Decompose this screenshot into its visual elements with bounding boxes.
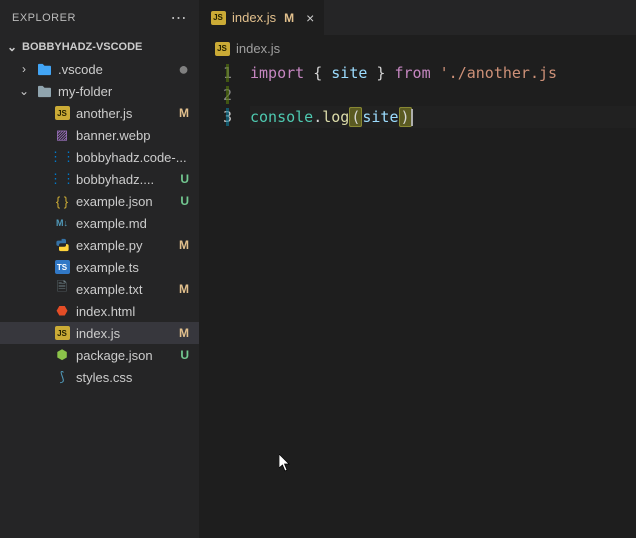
file-label: example.txt — [76, 282, 191, 297]
git-status-badge: M — [179, 282, 189, 296]
css-icon: ⟆ — [54, 369, 70, 385]
code-lines[interactable]: import { site } from './another.js consol… — [250, 62, 636, 128]
line-gutter: 123 — [200, 62, 250, 128]
git-status-badge: U — [180, 348, 189, 362]
line-number: 1 — [200, 62, 232, 84]
file-label: bobbyhadz.code-... — [76, 150, 191, 165]
file-item[interactable]: ⬣ index.html — [0, 300, 199, 322]
vscode-ext-icon: ⋮⋮ — [54, 149, 70, 165]
file-label: banner.webp — [76, 128, 191, 143]
file-tree: ›.vscode●⌄my-folderJSanother.jsM▨banner.… — [0, 58, 199, 538]
json-icon: { } — [54, 194, 70, 209]
file-item[interactable]: ⋮⋮ bobbyhadz....U — [0, 168, 199, 190]
editor-area: JS index.js M × JS index.js 123 import {… — [200, 0, 636, 538]
file-label: .vscode — [58, 62, 191, 77]
breadcrumb[interactable]: JS index.js — [200, 35, 636, 62]
vscode-ext-icon: ⋮⋮ — [54, 171, 70, 187]
file-label: my-folder — [58, 84, 191, 99]
file-item[interactable]: ▨ banner.webp — [0, 124, 199, 146]
file-label: package.json — [76, 348, 191, 363]
folder-item[interactable]: ›.vscode● — [0, 58, 199, 80]
file-item[interactable]: JS another.jsM — [0, 102, 199, 124]
html-icon: ⬣ — [54, 303, 70, 319]
file-item[interactable]: M↓ example.md — [0, 212, 199, 234]
file-label: index.html — [76, 304, 191, 319]
explorer-sidebar: EXPLORER ⋯ ⌄ BOBBYHADZ-VSCODE ›.vscode●⌄… — [0, 0, 200, 538]
file-label: styles.css — [76, 370, 191, 385]
file-item[interactable]: { } example.jsonU — [0, 190, 199, 212]
txt-icon: 🗎 — [54, 278, 70, 300]
js-icon: JS — [214, 42, 230, 56]
file-item[interactable]: ⬢ package.jsonU — [0, 344, 199, 366]
tab-label: index.js — [232, 10, 276, 25]
line-number: 2 — [200, 84, 232, 106]
file-item[interactable]: JS index.jsM — [0, 322, 199, 344]
image-icon: ▨ — [54, 127, 70, 143]
js-icon: JS — [54, 106, 70, 120]
project-header[interactable]: ⌄ BOBBYHADZ-VSCODE — [0, 36, 199, 58]
js-icon: JS — [54, 326, 70, 340]
md-icon: M↓ — [54, 218, 70, 228]
js-icon: JS — [210, 11, 226, 25]
file-label: index.js — [76, 326, 191, 341]
file-label: example.py — [76, 238, 191, 253]
line-number: 3 — [200, 106, 232, 128]
breadcrumb-file: index.js — [236, 41, 280, 56]
tab-git-status: M — [284, 11, 294, 25]
file-item[interactable]: ⟆ styles.css — [0, 366, 199, 388]
chevron-down-icon: ⌄ — [6, 40, 18, 54]
npm-icon: ⬢ — [54, 347, 70, 363]
chevron-icon: ⌄ — [18, 84, 30, 98]
file-item[interactable]: example.pyM — [0, 234, 199, 256]
folder-icon — [36, 85, 52, 98]
explorer-header: EXPLORER ⋯ — [0, 0, 199, 36]
tab-bar: JS index.js M × — [200, 0, 636, 35]
folder-item[interactable]: ⌄ my-folder — [0, 80, 199, 102]
code-line[interactable]: console.log(site) — [250, 106, 636, 128]
folder-vscode-icon — [36, 63, 52, 76]
chevron-icon: › — [18, 62, 30, 76]
tab-index-js[interactable]: JS index.js M × — [200, 0, 325, 35]
file-label: example.md — [76, 216, 191, 231]
close-icon[interactable]: × — [306, 10, 314, 26]
file-label: example.ts — [76, 260, 191, 275]
file-label: example.json — [76, 194, 191, 209]
git-status-badge: M — [179, 326, 189, 340]
file-item[interactable]: ⋮⋮ bobbyhadz.code-... — [0, 146, 199, 168]
more-actions-icon[interactable]: ⋯ — [171, 8, 188, 28]
explorer-title: EXPLORER — [12, 12, 76, 24]
py-icon — [54, 238, 70, 252]
file-label: bobbyhadz.... — [76, 172, 191, 187]
file-item[interactable]: TS example.ts — [0, 256, 199, 278]
git-status-badge: U — [180, 172, 189, 186]
file-item[interactable]: 🗎 example.txtM — [0, 278, 199, 300]
ts-icon: TS — [54, 260, 70, 274]
git-status-badge: M — [179, 106, 189, 120]
code-line[interactable] — [250, 84, 636, 106]
git-status-badge: M — [179, 238, 189, 252]
code-editor[interactable]: 123 import { site } from './another.js co… — [200, 62, 636, 128]
git-status-badge: U — [180, 194, 189, 208]
file-label: another.js — [76, 106, 191, 121]
code-line[interactable]: import { site } from './another.js — [250, 62, 636, 84]
project-name: BOBBYHADZ-VSCODE — [22, 41, 142, 53]
